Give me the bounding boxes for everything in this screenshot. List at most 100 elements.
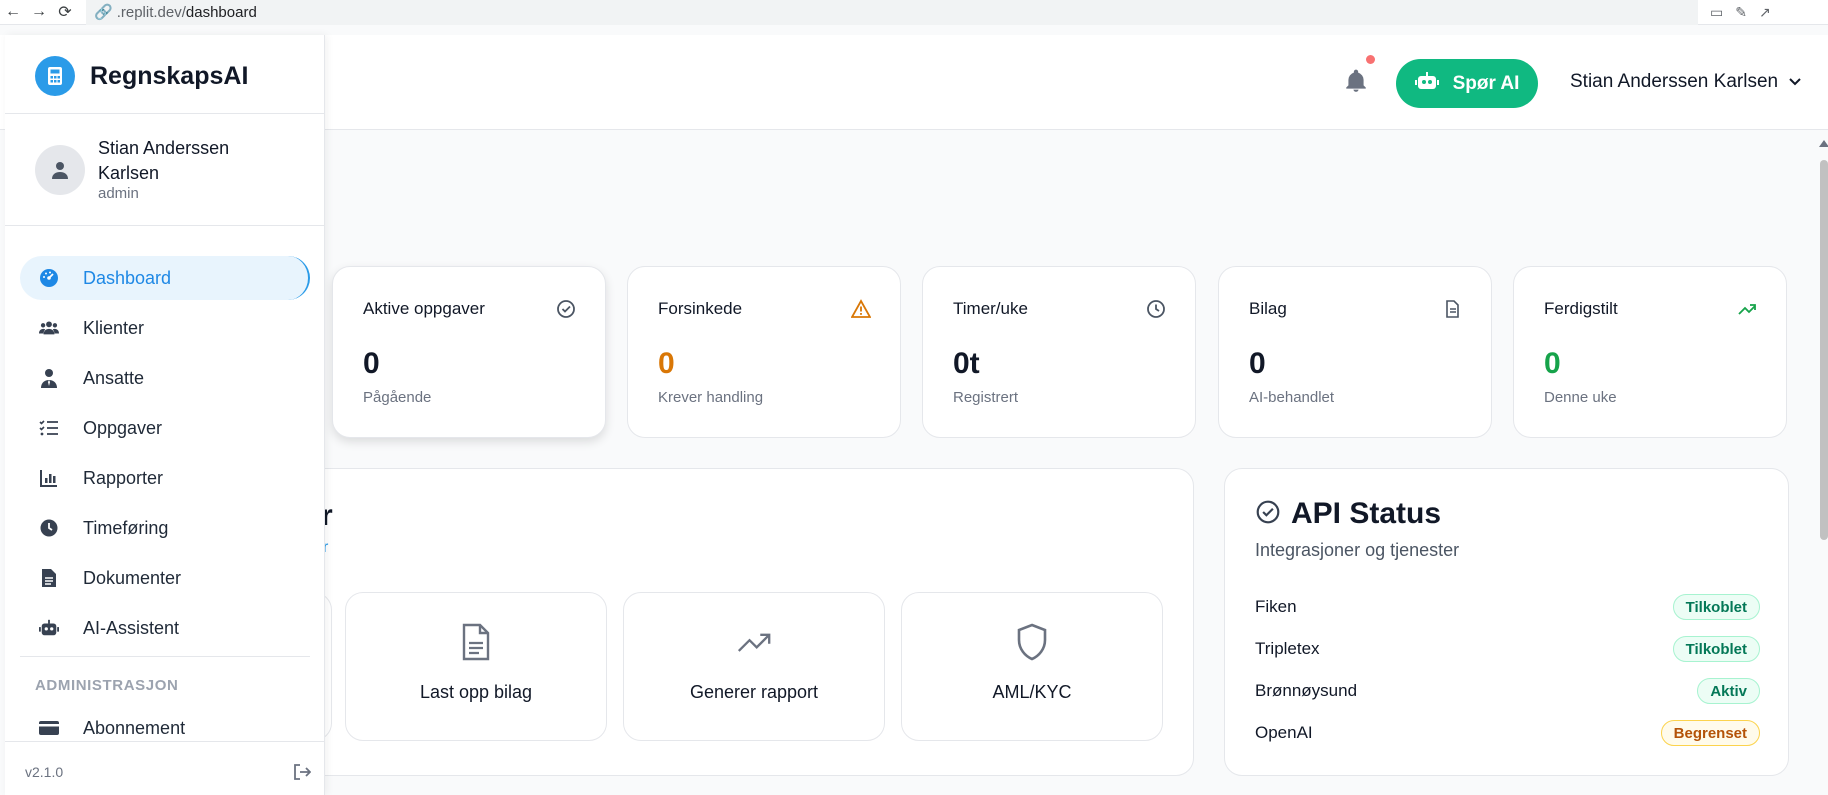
api-row: Brønnøysund Aktiv bbox=[1255, 677, 1760, 705]
sidebar: RegnskapsAI Stian Anderssen Karlsen admi… bbox=[5, 35, 325, 795]
user-menu[interactable]: Stian Anderssen Karlsen bbox=[1570, 71, 1802, 93]
stat-title: Timer/uke bbox=[953, 299, 1028, 318]
bar-chart-icon bbox=[39, 468, 59, 488]
stat-value: 0 bbox=[1544, 347, 1561, 380]
stat-card-active-tasks[interactable]: Aktive oppgaver 0 Pågående bbox=[332, 266, 606, 438]
users-icon bbox=[39, 318, 59, 338]
task-list-icon bbox=[39, 418, 59, 438]
stat-sub: Pågående bbox=[363, 389, 432, 406]
document-icon bbox=[1442, 299, 1462, 319]
sidebar-item-label: Klienter bbox=[83, 317, 145, 338]
stat-title: Aktive oppgaver bbox=[363, 299, 485, 318]
quick-action-label: AML/KYC bbox=[992, 682, 1072, 702]
api-name: OpenAI bbox=[1255, 723, 1313, 742]
address-bar[interactable]: 🔗 .replit.dev/dashboard bbox=[86, 0, 1698, 25]
user-menu-name: Stian Anderssen Karlsen bbox=[1570, 71, 1779, 92]
quick-action-upload-voucher[interactable]: Last opp bilag bbox=[345, 592, 607, 741]
trending-up-icon bbox=[1737, 299, 1757, 319]
divider bbox=[5, 113, 325, 114]
status-badge: Aktiv bbox=[1697, 678, 1760, 704]
reload-icon[interactable]: ⟳ bbox=[52, 0, 78, 25]
sidebar-item-ai-assistant[interactable]: AI-Assistent bbox=[20, 606, 310, 650]
divider bbox=[20, 656, 310, 657]
sidebar-item-employees[interactable]: Ansatte bbox=[20, 356, 310, 400]
sidebar-item-documents[interactable]: Dokumenter bbox=[20, 556, 310, 600]
stat-title: Bilag bbox=[1249, 299, 1287, 318]
stat-value: 0 bbox=[658, 347, 675, 380]
status-badge: Begrenset bbox=[1660, 720, 1760, 746]
sidebar-item-tasks[interactable]: Oppgaver bbox=[20, 406, 310, 450]
robot-icon bbox=[1414, 71, 1439, 97]
device-icon[interactable]: ▭ bbox=[1710, 4, 1723, 21]
stat-value: 0 bbox=[363, 347, 380, 380]
document-icon bbox=[459, 623, 493, 661]
stat-card-hours[interactable]: Timer/uke 0t Registrert bbox=[922, 266, 1196, 438]
external-link-icon[interactable]: ↗ bbox=[1759, 4, 1771, 21]
api-status-panel: API Status Integrasjoner og tjenester Fi… bbox=[1224, 468, 1789, 776]
ask-ai-label: Spør AI bbox=[1452, 72, 1520, 94]
api-name: Fiken bbox=[1255, 597, 1297, 616]
sidebar-item-label: Timeføring bbox=[83, 517, 169, 538]
robot-icon bbox=[39, 618, 59, 638]
sidebar-item-dashboard[interactable]: Dashboard bbox=[20, 256, 310, 300]
quick-action-generate-report[interactable]: Generer rapport bbox=[623, 592, 885, 741]
api-status-subtitle: Integrasjoner og tjenester bbox=[1255, 540, 1460, 560]
forward-icon[interactable]: → bbox=[26, 0, 52, 25]
api-row: Tripletex Tilkoblet bbox=[1255, 635, 1760, 663]
stat-card-vouchers[interactable]: Bilag 0 AI-behandlet bbox=[1218, 266, 1492, 438]
sidebar-item-label: Rapporter bbox=[83, 467, 164, 488]
status-badge: Tilkoblet bbox=[1672, 594, 1760, 620]
avatar bbox=[35, 145, 85, 195]
url-path: dashboard bbox=[185, 3, 257, 21]
stat-sub: Registrert bbox=[953, 389, 1019, 406]
quick-action-label: Last opp bilag bbox=[419, 682, 533, 702]
sidebar-item-label: Dokumenter bbox=[83, 567, 182, 588]
sidebar-item-label: Dashboard bbox=[83, 267, 172, 288]
clock-icon bbox=[1146, 299, 1166, 319]
stat-title: Ferdigstilt bbox=[1544, 299, 1618, 318]
sidebar-item-subscription[interactable]: Abonnement bbox=[20, 706, 310, 750]
wrench-icon[interactable]: ✎ bbox=[1735, 4, 1747, 21]
stat-sub: AI-behandlet bbox=[1249, 389, 1335, 406]
stat-value: 0t bbox=[953, 347, 980, 380]
user-tie-icon bbox=[39, 368, 59, 388]
stat-card-completed[interactable]: Ferdigstilt 0 Denne uke bbox=[1513, 266, 1787, 438]
sidebar-item-label: Oppgaver bbox=[83, 417, 163, 438]
stat-sub: Denne uke bbox=[1544, 389, 1617, 406]
divider bbox=[5, 741, 325, 742]
back-icon[interactable]: ← bbox=[0, 0, 26, 25]
sidebar-item-timesheet[interactable]: Timeføring bbox=[20, 506, 310, 550]
bell-icon[interactable] bbox=[1343, 68, 1369, 94]
sidebar-item-label: Abonnement bbox=[83, 717, 186, 738]
browser-toolbar: ← → ⟳ 🔗 .replit.dev/dashboard ▭ ✎ ↗ bbox=[0, 0, 1828, 25]
api-status-title: API Status bbox=[1291, 497, 1442, 530]
sidebar-item-label: Ansatte bbox=[83, 367, 145, 388]
link-icon: 🔗 bbox=[94, 4, 113, 21]
scroll-up-arrow[interactable] bbox=[1819, 140, 1828, 147]
notification-dot bbox=[1366, 55, 1375, 64]
gauge-icon bbox=[39, 268, 59, 288]
divider bbox=[5, 225, 325, 226]
profile-name: Stian Anderssen Karlsen bbox=[98, 138, 230, 183]
brand[interactable]: RegnskapsAI bbox=[35, 56, 248, 96]
stat-card-delayed[interactable]: Forsinkede 0 Krever handling bbox=[627, 266, 901, 438]
quick-action-aml-kyc[interactable]: AML/KYC bbox=[901, 592, 1163, 741]
credit-card-icon bbox=[39, 718, 59, 738]
api-row: OpenAI Begrenset bbox=[1255, 719, 1760, 747]
brand-name: RegnskapsAI bbox=[90, 61, 249, 90]
scrollbar-thumb[interactable] bbox=[1820, 160, 1828, 540]
sidebar-item-label: AI-Assistent bbox=[83, 617, 180, 638]
api-name: Tripletex bbox=[1255, 639, 1320, 658]
app-version: v2.1.0 bbox=[25, 764, 64, 780]
logout-icon[interactable] bbox=[293, 764, 312, 785]
sidebar-item-reports[interactable]: Rapporter bbox=[20, 456, 310, 500]
calculator-icon bbox=[35, 56, 75, 96]
ask-ai-button[interactable]: Spør AI bbox=[1396, 59, 1538, 108]
clock-icon bbox=[39, 518, 59, 538]
url-host: .replit.dev/ bbox=[116, 3, 186, 21]
chevron-down-icon bbox=[1788, 71, 1802, 93]
sidebar-item-clients[interactable]: Klienter bbox=[20, 306, 310, 350]
quick-action-label: Generer rapport bbox=[689, 682, 819, 702]
stat-sub: Krever handling bbox=[658, 389, 764, 406]
document-icon bbox=[39, 568, 59, 588]
